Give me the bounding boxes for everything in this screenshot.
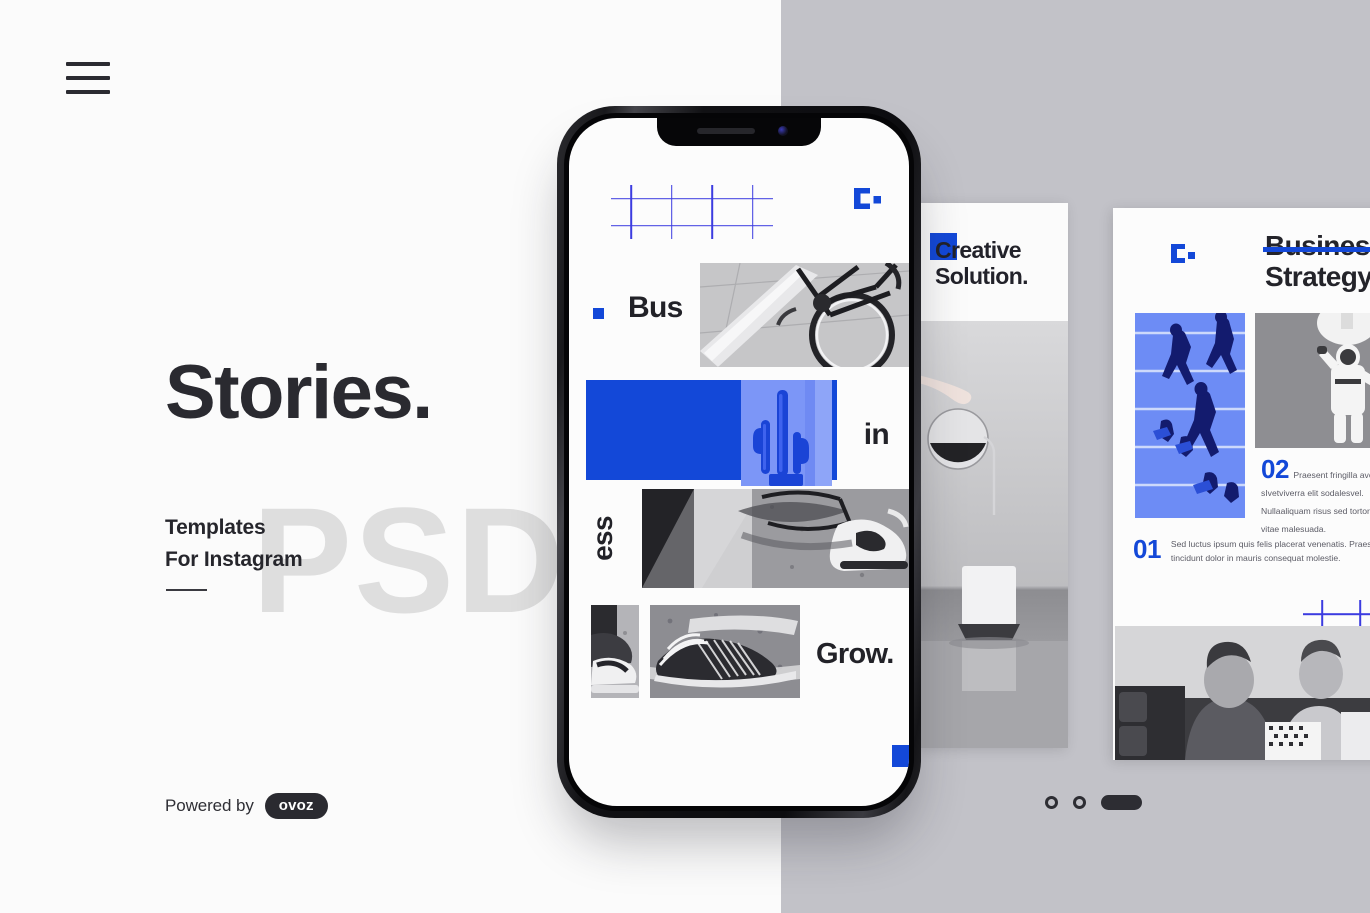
phone-mockup[interactable]: Bus in ess Grow. [557,106,921,818]
subtitle-line-2: For Instagram [165,547,303,571]
plus-icon [611,185,652,212]
hamburger-menu-icon[interactable] [66,56,110,100]
word-grow: Grow. [816,638,894,670]
powered-by-group: Powered by ovoz [165,793,328,819]
sneaker-closeup-photo [591,605,639,698]
slide-canvas: PSD Stories. Templates For Instagram Pow… [0,0,1370,913]
pouring-carafe-photo [918,321,1068,748]
card-creative-title-line-1: Creative [935,237,1022,263]
figure-photo [1255,313,1370,448]
word-ess: ess [587,516,618,561]
card-creative-title-line-2: Solution. [935,263,1029,290]
plus-icon [652,185,693,212]
plus-decoration-grid [611,185,773,239]
powered-by-label: Powered by [165,796,254,815]
plus-icon [652,212,693,239]
row-bus: Bus [569,263,909,367]
bicycle-photo [700,263,909,367]
card-business-strategy[interactable]: Business Strategy. [1113,208,1370,760]
plus-icon [1303,600,1341,628]
card-business-title-line-1: Business [1263,230,1370,261]
carousel-pagination[interactable] [1045,795,1142,810]
divider-rule [166,589,207,591]
block-01-number: 01 [1133,534,1161,564]
brand-c-logo-icon [1171,244,1195,263]
cactus-photo [741,380,832,486]
brand-c-logo-icon [854,188,881,209]
block-02: 02 Praesent fringilla avelit lectus, sIv… [1261,456,1370,537]
pagination-dot-1[interactable] [1045,796,1058,809]
card-business-title: Business Strategy. [1263,230,1370,293]
plus-icon [692,212,733,239]
block-02-number: 02 [1261,454,1289,484]
pagination-active-pill[interactable] [1101,795,1142,810]
sneakers-skateboard-photo [642,489,909,588]
phone-notch [657,118,821,146]
subtitle-line-1: Templates [165,516,266,539]
plus-icon [733,212,774,239]
plus-icon [692,185,733,212]
blue-square-accent [892,745,909,767]
page-title: Stories. [165,350,433,435]
hamburger-line [66,62,110,66]
runners-photo [1135,313,1245,518]
block-01: 01 Sed luctus ipsum quis felis placerat … [1133,534,1370,566]
word-bus: Bus [628,291,683,324]
blue-square-marker [593,308,604,319]
speaker-grille-icon [697,128,755,134]
hamburger-line [66,76,110,80]
business-people-photo [1115,626,1370,760]
word-in: in [863,418,890,451]
page-subtitle: Templates For Instagram [165,512,303,576]
plus-icon [611,212,652,239]
front-camera-icon [778,126,788,136]
brand-badge[interactable]: ovoz [264,793,328,819]
sneaker-striped-photo [650,605,800,698]
pagination-dot-2[interactable] [1073,796,1086,809]
block-01-text: Sed luctus ipsum quis felis placerat ven… [1170,539,1370,563]
plus-icon [1341,600,1370,628]
card-creative-title: Creative Solution. [935,237,1029,290]
card-business-title-line-2: Strategy. [1265,261,1370,293]
phone-screen[interactable]: Bus in ess Grow. [569,118,909,806]
plus-icon [733,185,774,212]
card-creative-solution[interactable]: Creative Solution. [918,203,1068,748]
hamburger-line [66,90,110,94]
